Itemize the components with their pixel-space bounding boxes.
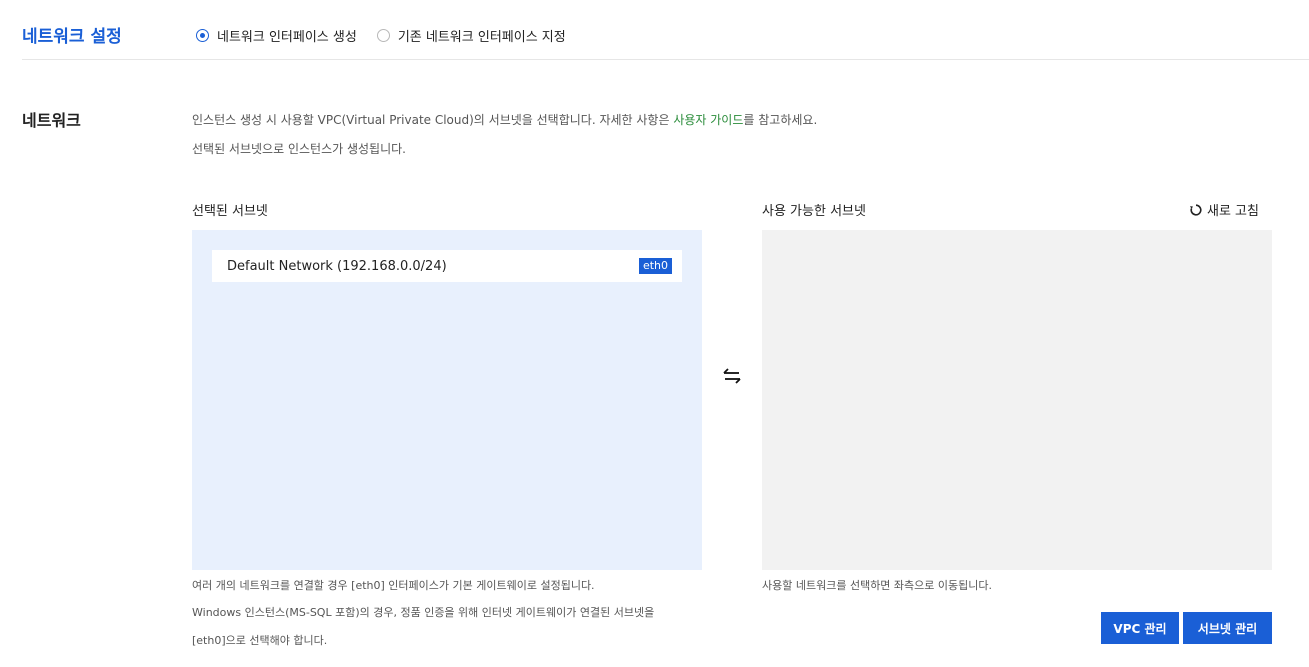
available-subnets-panel (762, 230, 1272, 570)
description-text: 인스턴스 생성 시 사용할 VPC(Virtual Private Cloud)… (192, 113, 674, 127)
network-settings-page: 네트워크 설정 네트워크 인터페이스 생성 기존 네트워크 인터페이스 지정 네… (0, 0, 1309, 667)
eth-badge: eth0 (638, 258, 672, 274)
radio-create-interface-label: 네트워크 인터페이스 생성 (217, 30, 357, 45)
available-note: 사용할 네트워크를 선택하면 좌측으로 이동됩니다. (762, 579, 993, 592)
user-guide-link[interactable]: 사용자 가이드 (673, 113, 743, 127)
interface-mode-radio-group: 네트워크 인터페이스 생성 기존 네트워크 인터페이스 지정 (196, 26, 586, 45)
network-description-line2: 선택된 서브넷으로 인스턴스가 생성됩니다. (192, 142, 406, 156)
subnet-name: Default Network (192.168.0.0/24) (227, 258, 447, 274)
subnet-manage-button[interactable]: 서브넷 관리 (1183, 612, 1272, 644)
radio-existing-interface-label: 기존 네트워크 인터페이스 지정 (397, 30, 566, 45)
selected-note-line2: Windows 인스턴스(MS-SQL 포함)의 경우, 정품 인증을 위해 인… (192, 606, 655, 619)
description-text-suffix: 를 참고하세요. (743, 113, 818, 127)
refresh-button[interactable]: 새로 고침 (1189, 200, 1259, 219)
section-divider (22, 59, 1309, 60)
vpc-manage-button[interactable]: VPC 관리 (1101, 612, 1179, 644)
selected-note-line1: 여러 개의 네트워크를 연결할 경우 [eth0] 인터페이스가 기본 게이트웨… (192, 579, 595, 592)
selected-note-line3: [eth0]으로 선택해야 합니다. (192, 634, 328, 647)
selected-subnets-title: 선택된 서브넷 (192, 204, 268, 219)
refresh-icon (1190, 203, 1202, 216)
refresh-label: 새로 고침 (1207, 204, 1259, 219)
selected-subnet-item[interactable]: Default Network (192.168.0.0/24) eth0 (212, 250, 682, 282)
radio-existing-interface[interactable]: 기존 네트워크 인터페이스 지정 (376, 26, 566, 45)
selected-subnets-panel: Default Network (192.168.0.0/24) eth0 (192, 230, 702, 570)
available-subnets-title: 사용 가능한 서브넷 (762, 204, 866, 219)
swap-arrows-icon[interactable] (722, 366, 742, 390)
network-description-line1: 인스턴스 생성 시 사용할 VPC(Virtual Private Cloud)… (192, 111, 817, 128)
radio-create-interface[interactable]: 네트워크 인터페이스 생성 (196, 26, 357, 45)
radio-unchecked-icon[interactable] (376, 29, 390, 42)
section-title: 네트워크 설정 (22, 27, 122, 47)
radio-checked-icon[interactable] (196, 29, 209, 42)
network-label: 네트워크 (22, 111, 81, 130)
